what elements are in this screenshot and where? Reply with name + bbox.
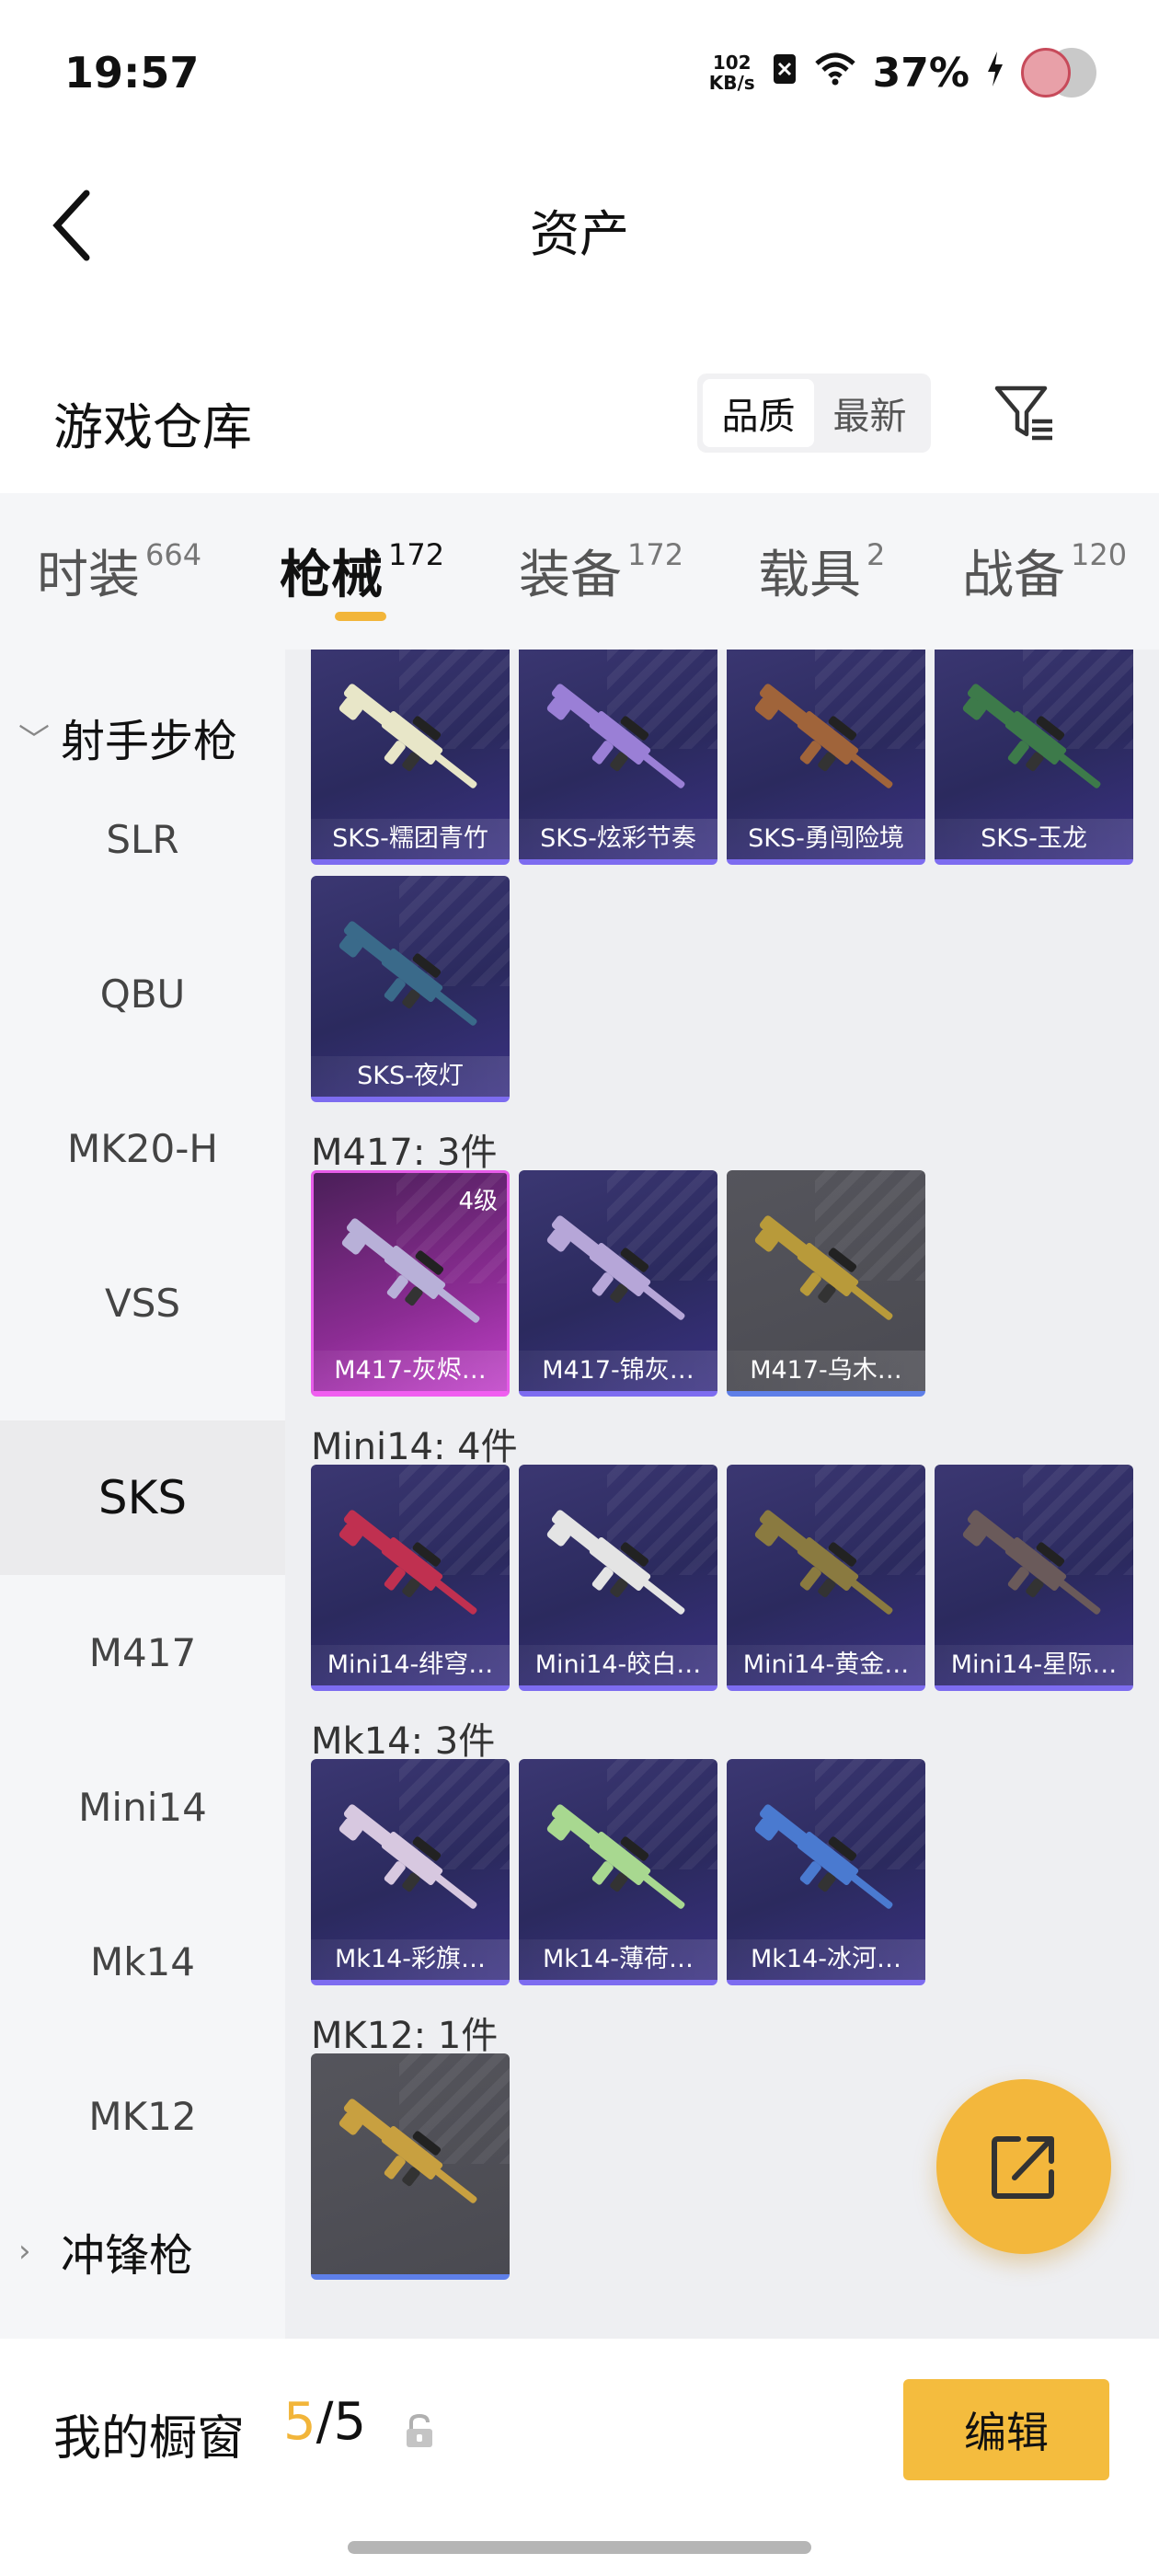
weapon-card[interactable]: Mini14-绯穹… (311, 1465, 510, 1691)
weapon-name: M417-乌木… (727, 1351, 925, 1391)
charging-icon (986, 51, 1004, 95)
rifle-icon (546, 684, 685, 788)
tab-active-indicator (335, 612, 386, 621)
sidebar-item-slr[interactable]: SLR (0, 762, 285, 916)
weapon-card[interactable]: M417-锦灰… (519, 1170, 717, 1397)
weapon-name: M417-锦灰… (519, 1351, 717, 1391)
home-indicator[interactable] (348, 2541, 811, 2554)
rifle-icon (962, 1510, 1101, 1615)
share-button[interactable] (936, 2079, 1111, 2254)
rifle-icon (339, 684, 477, 788)
rifle-icon (754, 684, 893, 788)
showcase-count: 5/5 (283, 2392, 367, 2452)
rifle-icon (339, 2099, 477, 2203)
weapon-card[interactable]: SKS-糯团青竹 (311, 650, 510, 865)
sidebar-item-sks[interactable]: SKS (0, 1420, 285, 1575)
battery-level: 37% (872, 49, 970, 97)
group-label: M417: 3件 (311, 1132, 498, 1174)
chevron-down-icon: ﹀ (18, 721, 50, 759)
tab-equipment[interactable]: 装备 172 (519, 534, 683, 608)
weapon-name: SKS-玉龙 (935, 819, 1133, 859)
sort-quality-button[interactable]: 品质 (703, 379, 814, 447)
share-icon (992, 2136, 1054, 2199)
weapon-card[interactable]: Mini14-黄金… (727, 1465, 925, 1691)
weapon-card[interactable]: Mini14-星际… (935, 1465, 1133, 1691)
weapon-name: SKS-勇闯险境 (727, 819, 925, 859)
sort-latest-button[interactable]: 最新 (814, 379, 925, 447)
sort-toggle: 品质 最新 (697, 374, 931, 453)
sidebar-item-qbu[interactable]: QBU (0, 916, 285, 1071)
rifle-icon (962, 684, 1101, 788)
rifle-icon (341, 1218, 480, 1323)
rifle-icon (339, 921, 477, 1026)
weapon-card[interactable]: Mk14-彩旗… (311, 1759, 510, 1985)
weapon-card[interactable]: SKS-玉龙 (935, 650, 1133, 865)
level-badge: 4级 (458, 1188, 498, 1215)
edit-button[interactable]: 编辑 (903, 2379, 1109, 2480)
weapon-card[interactable]: 4级 M417-灰烬… (311, 1170, 510, 1397)
warehouse-title: 游戏仓库 (53, 398, 252, 456)
rifle-icon (546, 1510, 685, 1615)
weapon-card[interactable]: M417-乌木… (727, 1170, 925, 1397)
weapon-name: SKS-糯团青竹 (311, 819, 510, 859)
wifi-icon (814, 52, 856, 94)
sidebar-item-mini14[interactable]: Mini14 (0, 1730, 285, 1884)
lock-icon (403, 2412, 436, 2449)
rifle-icon (546, 1215, 685, 1320)
tab-vehicles[interactable]: 载具 2 (758, 534, 885, 608)
weapon-card[interactable]: Mini14-皎白… (519, 1465, 717, 1691)
sidebar-group-smg[interactable]: › 冲锋枪 (18, 2219, 193, 2283)
weapon-name: Mini14-黄金… (727, 1645, 925, 1685)
chevron-right-icon: › (18, 2233, 31, 2270)
net-speed: 102 KB/s (708, 52, 755, 94)
weapon-name: Mk14-彩旗… (311, 1939, 510, 1980)
weapon-name: Mini14-皎白… (519, 1645, 717, 1685)
weapon-card[interactable]: SKS-夜灯 (311, 876, 510, 1102)
rifle-icon (754, 1215, 893, 1320)
weapon-card[interactable]: Mk14-薄荷… (519, 1759, 717, 1985)
showcase-label: 我的橱窗 (53, 2411, 246, 2467)
weapon-name: Mk14-冰河… (727, 1939, 925, 1980)
sidebar-item-mk14[interactable]: Mk14 (0, 1884, 285, 2039)
tab-fashion[interactable]: 时装 664 (37, 534, 201, 608)
filter-button[interactable] (992, 381, 1056, 445)
sim-off-icon (772, 52, 798, 94)
weapon-name: Mini14-星际… (935, 1645, 1133, 1685)
status-avatar (1021, 44, 1096, 101)
rifle-icon (339, 1804, 477, 1909)
sidebar-item-m417[interactable]: M417 (0, 1575, 285, 1730)
rifle-icon (339, 1510, 477, 1615)
sidebar-item-vss[interactable]: VSS (0, 1225, 285, 1380)
weapon-card[interactable]: SKS-勇闯险境 (727, 650, 925, 865)
weapon-type-sidebar: ﹀ 射手步枪 SLR QBU MK20-H VSS SKS M417 Mini1… (0, 650, 285, 2339)
weapon-card[interactable]: Mk14-冰河… (727, 1759, 925, 1985)
tab-supplies[interactable]: 战备 120 (962, 534, 1127, 608)
group-label: Mk14: 3件 (311, 1720, 496, 1763)
weapon-name: Mk14-薄荷… (519, 1939, 717, 1980)
weapon-name: Mini14-绯穹… (311, 1645, 510, 1685)
status-icons: 102 KB/s 37% (708, 44, 1096, 101)
weapon-card[interactable]: SKS-炫彩节奏 (519, 650, 717, 865)
page-title: 资产 (530, 205, 629, 263)
rifle-icon (546, 1804, 685, 1909)
sidebar-item-mk12[interactable]: MK12 (0, 2039, 285, 2193)
rifle-icon (754, 1804, 893, 1909)
weapon-name: M417-灰烬… (314, 1351, 507, 1391)
filter-icon (994, 385, 1052, 441)
group-label: Mini14: 4件 (311, 1426, 518, 1468)
rifle-icon (754, 1510, 893, 1615)
sidebar-group-marksman[interactable]: ﹀ 射手步枪 (18, 705, 237, 769)
status-time: 19:57 (64, 48, 200, 98)
group-label: MK12: 1件 (311, 2015, 499, 2057)
tab-firearms[interactable]: 枪械 172 (280, 534, 444, 608)
weapon-name: SKS-夜灯 (311, 1056, 510, 1097)
weapon-name: SKS-炫彩节奏 (519, 819, 717, 859)
weapon-card[interactable] (311, 2053, 510, 2280)
sidebar-item-mk20h[interactable]: MK20-H (0, 1071, 285, 1225)
